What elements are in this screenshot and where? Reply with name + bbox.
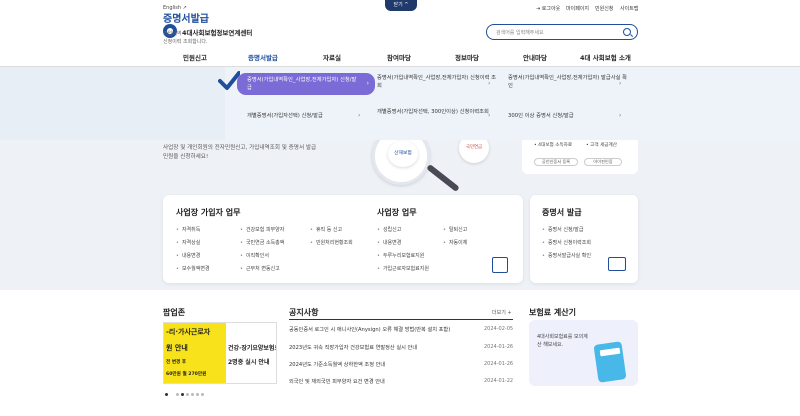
close-menu-button[interactable]: 닫기 ^ (385, 0, 417, 11)
mega-item-individual-cert[interactable]: 개별증명서(가입자선택) 신청/발급 (247, 112, 367, 120)
service-card: • 4대보험 소득자료 • 고객 세금계산 공인인증서 등록 아이핀인증 (522, 140, 638, 174)
calculator-title: 보험료 계산기 (529, 308, 576, 317)
cert-register-button[interactable]: 공인인증서 등록 (534, 158, 578, 166)
workplace-work-title: 사업장 업무 (377, 208, 417, 217)
list-item[interactable]: 두루누리보험료지원 (377, 252, 424, 259)
nav-complaint[interactable]: 민원신고 (183, 52, 207, 62)
notice-row[interactable]: 외국인 및 재외국민 피부양자 요건 변경 안내 (289, 378, 385, 385)
list-item[interactable]: 내용변경 (176, 252, 200, 259)
list-item[interactable]: 휴직 등 신고 (310, 226, 342, 233)
notice-row[interactable]: 2024년도 기준소득월액 상하한액 조정 안내 (289, 361, 385, 368)
carousel-dot[interactable] (201, 393, 204, 396)
search-input[interactable]: 검색어를 입력해주세요 (496, 29, 544, 36)
calculator-text: 4대사회보험료를 모의계산 해보세요. (537, 334, 588, 348)
nav-certificate[interactable]: 증명서발급 (248, 52, 278, 62)
main-nav: 민원신고 증명서발급 자료실 참여마당 정보마당 안내마당 4대 사회보험 소개 (0, 48, 800, 66)
hero-text: 사업장 및 개인회원의 전자민원신고, 가입내역조회 및 증명서 발급 민원을 … (163, 145, 317, 160)
notice-date: 2024-01-22 (484, 378, 514, 384)
list-item[interactable]: 성립신고 (377, 226, 401, 233)
service-item[interactable]: • 고객 세금계산 (586, 142, 617, 148)
carousel-dot[interactable] (186, 393, 189, 396)
top-utility-bar: English ↗ 닫기 ^ ⇥ 로그아웃 마이페이지 민원신청 사이트맵 (0, 0, 800, 18)
mega-item-300-cert[interactable]: 300인 이상 증명서 신청/발급 (508, 112, 628, 120)
list-item[interactable]: 가입근로자보험료지원 (377, 265, 429, 272)
list-item[interactable]: 탈퇴신고 (443, 226, 467, 233)
mega-item-cert-verify[interactable]: 증명서(가입내역확인_사업장,전체가입자) 발급사실 확인 (508, 74, 628, 90)
logout-icon: ⇥ (536, 6, 541, 12)
notice-title: 공지사항 (289, 308, 319, 317)
mega-menu-title: 증명서발급 (163, 14, 209, 25)
popup-banner[interactable]: -리·가사근로자 원 안내 전 변경 후 60만원 월 270만원 건강·장기요… (163, 322, 277, 384)
notice-more-link[interactable]: 더보기 + (492, 309, 512, 316)
mega-item-cert-apply[interactable]: 증명서(가입내역확인_사업장,전체가입자) 신청/발급 › (237, 73, 375, 95)
list-item[interactable]: 자격상실 (176, 239, 200, 246)
carousel-dot[interactable] (176, 393, 179, 396)
chevron-right-icon: › (366, 80, 369, 87)
list-item[interactable]: 자동이체 (443, 239, 467, 246)
notice-date: 2024-01-26 (484, 361, 514, 367)
list-item[interactable]: 자격취득 (176, 226, 200, 233)
list-item[interactable]: 보수월액변경 (176, 265, 210, 272)
nav-library[interactable]: 자료실 (323, 52, 341, 62)
nav-participation[interactable]: 참여마당 (387, 52, 411, 62)
carousel-dot[interactable] (181, 393, 184, 396)
list-item[interactable]: 민원처리현황조회 (310, 239, 353, 246)
cert-issue-title: 증명서 발급 (542, 208, 582, 217)
logout-link[interactable]: ⇥ 로그아웃 (536, 5, 560, 12)
mypage-link[interactable]: 마이페이지 (566, 5, 589, 12)
search-box[interactable]: 검색어를 입력해주세요 (486, 24, 638, 40)
badge-industrial: 산재보험 (388, 141, 418, 167)
popup-zone-title: 팝업존 (163, 308, 186, 317)
chevron-right-icon: › (488, 112, 491, 119)
document-icon (492, 257, 508, 273)
notice-date: 2024-01-26 (484, 344, 514, 350)
list-item[interactable]: 증명서 신청/발급 (542, 226, 583, 233)
ipin-button[interactable]: 아이핀인증 (584, 158, 622, 166)
notice-row[interactable]: 2023년도 귀속 직장가입자 건강보험료 연말정산 실시 안내 (289, 344, 417, 351)
list-item[interactable]: 건강보험 피부양자 (240, 226, 284, 233)
mega-item-individual-history[interactable]: 개별증명서(가입자선택, 300인이상) 신청이력조회 (377, 108, 497, 116)
sitemap-link[interactable]: 사이트맵 (620, 5, 638, 12)
carousel-dot[interactable] (191, 393, 194, 396)
list-item[interactable]: 근무처 변동신고 (240, 265, 280, 272)
mega-menu-side (0, 67, 225, 140)
chevron-right-icon: › (488, 80, 491, 87)
list-item[interactable]: 증명서 신청이력조회 (542, 239, 591, 246)
chevron-right-icon: › (619, 112, 622, 119)
carousel-dot[interactable] (165, 393, 168, 396)
nav-about[interactable]: 4대 사회보험 소개 (580, 52, 631, 62)
search-icon[interactable] (623, 28, 631, 36)
apply-link[interactable]: 민원신청 (595, 5, 613, 12)
notice-divider (289, 319, 513, 320)
workplace-join-title: 사업장 가입자 업무 (176, 208, 241, 217)
service-item[interactable]: • 4대보험 소득자료 (534, 142, 572, 148)
nav-info[interactable]: 정보마당 (455, 52, 479, 62)
nav-guide[interactable]: 안내마당 (523, 52, 547, 62)
chevron-right-icon: › (358, 112, 361, 119)
checkmark-icon (218, 71, 240, 90)
list-item[interactable]: 내용변경 (377, 239, 401, 246)
list-item[interactable]: 국민연금 소득총액 (240, 239, 284, 246)
mega-item-cert-history[interactable]: 증명서(가입내역확인_사업장,전체가입자) 신청이력 조회 (377, 74, 497, 90)
monitor-icon (608, 257, 626, 271)
list-item[interactable]: 증명서발급사실 확인 (542, 252, 591, 259)
list-item[interactable]: 이직확인서 (240, 252, 269, 259)
notice-row[interactable]: 공동인증서 로그인 시 애니사인(Anysign) 오류 해결 방법(반복 설치… (289, 326, 450, 333)
mega-menu-subtitle: 가입내역 신청이력 조회합니다. (163, 31, 208, 45)
carousel-dot[interactable] (196, 393, 199, 396)
chevron-right-icon: › (619, 80, 622, 87)
notice-date: 2024-02-05 (484, 326, 514, 332)
calculator-icon (593, 341, 627, 383)
